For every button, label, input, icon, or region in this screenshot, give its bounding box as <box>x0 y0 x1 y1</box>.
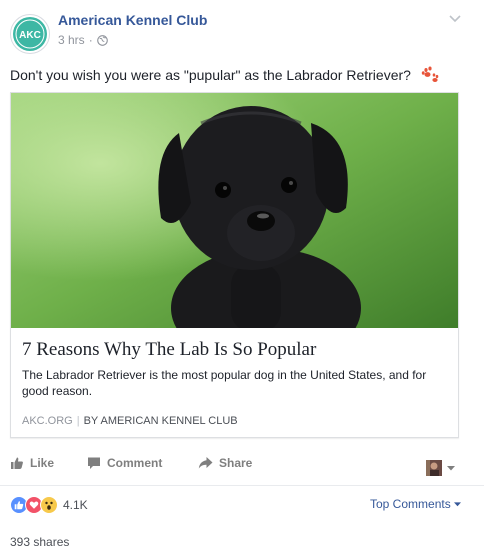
share-count[interactable]: 393 shares <box>10 535 69 549</box>
link-source: AKC.ORG | BY AMERICAN KENNEL CLUB <box>22 415 238 427</box>
avatar-text: AKC <box>19 30 41 41</box>
action-bar: Like Comment Share <box>0 452 484 482</box>
post-timestamp[interactable]: 3 hrs <box>58 33 85 47</box>
top-comments-label: Top Comments <box>370 497 451 511</box>
caret-down-icon <box>453 501 461 506</box>
labrador-puppy-photo <box>11 93 458 328</box>
thumbs-up-icon <box>11 457 23 469</box>
stats-divider <box>0 485 484 486</box>
post-message: Don't you wish you were as "pupular" as … <box>10 67 411 83</box>
like-button[interactable]: Like <box>10 456 54 470</box>
share-button[interactable]: Share <box>198 456 252 470</box>
comment-button[interactable]: Comment <box>87 456 162 470</box>
like-label: Like <box>30 456 55 470</box>
link-title[interactable]: 7 Reasons Why The Lab Is So Popular <box>22 339 316 361</box>
wow-reaction-icon <box>40 496 58 514</box>
comment-icon <box>88 457 100 469</box>
post-options-chevron-icon[interactable] <box>446 10 464 28</box>
viewer-photo <box>426 460 442 476</box>
link-preview-card[interactable]: 7 Reasons Why The Lab Is So Popular The … <box>10 92 459 438</box>
caret-down-icon <box>447 466 455 471</box>
link-domain: AKC.ORG <box>22 415 73 427</box>
share-label: Share <box>219 456 253 470</box>
page-name-link[interactable]: American Kennel Club <box>58 12 207 28</box>
viewer-avatar <box>426 460 442 476</box>
page-avatar[interactable]: AKC <box>10 14 50 54</box>
link-author[interactable]: BY AMERICAN KENNEL CLUB <box>84 415 238 427</box>
paw-prints-icon <box>421 66 439 82</box>
link-description: The Labrador Retriever is the most popul… <box>22 368 427 398</box>
link-separator: | <box>76 415 80 427</box>
link-preview-image[interactable] <box>11 93 458 328</box>
share-arrow-icon <box>198 457 213 469</box>
meta-dot: · <box>88 33 93 47</box>
reaction-count[interactable]: 4.1K <box>63 498 88 512</box>
akc-logo-icon: AKC <box>13 17 47 51</box>
reactions-summary[interactable]: 4.1K <box>10 496 88 514</box>
globe-icon[interactable] <box>96 34 108 46</box>
comment-label: Comment <box>107 456 163 470</box>
post-meta: 3 hrs · <box>58 33 108 47</box>
feed-post: AKC American Kennel Club 3 hrs · Don't y… <box>0 0 484 552</box>
post-as-selector[interactable] <box>426 460 456 476</box>
top-comments-dropdown[interactable]: Top Comments <box>370 497 461 511</box>
